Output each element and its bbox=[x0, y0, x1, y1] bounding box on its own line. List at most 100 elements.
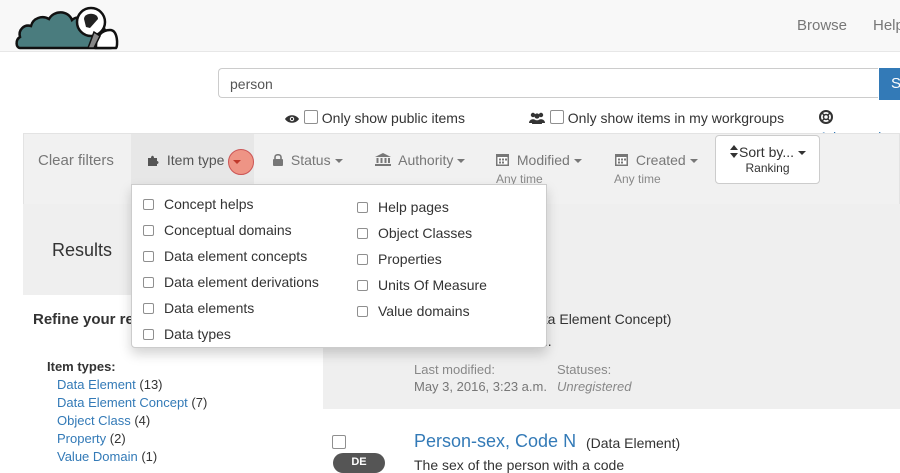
option-checkbox[interactable] bbox=[357, 254, 368, 265]
facet-link[interactable]: Value Domain bbox=[57, 449, 138, 464]
option-label: Object Classes bbox=[378, 225, 473, 241]
statuses-label: Statuses: bbox=[557, 362, 612, 377]
dropdown-option[interactable]: Concept helps bbox=[143, 195, 254, 213]
workgroups-option: Only show items in my workgroups bbox=[529, 109, 784, 127]
item-type-label: Item type bbox=[166, 152, 225, 168]
puzzle-icon bbox=[147, 153, 163, 169]
status-value: Unregistered bbox=[557, 379, 632, 394]
facet-count: (1) bbox=[141, 449, 158, 464]
facet-item: Object Class (4) bbox=[57, 413, 150, 428]
sort-icon bbox=[729, 145, 739, 161]
facet-link[interactable]: Data Element Concept bbox=[57, 395, 188, 410]
dropdown-option[interactable]: Data element concepts bbox=[143, 247, 307, 265]
dropdown-option[interactable]: Units Of Measure bbox=[357, 276, 487, 294]
lock-icon bbox=[273, 153, 287, 169]
option-label: Properties bbox=[378, 251, 442, 267]
status-label: Status bbox=[290, 152, 331, 168]
nav-browse[interactable]: Browse bbox=[797, 17, 847, 34]
caret-down-icon bbox=[233, 160, 241, 164]
created-label: Created bbox=[635, 152, 686, 168]
facet-link[interactable]: Object Class bbox=[57, 413, 131, 428]
facet-count: (7) bbox=[191, 395, 208, 410]
result-title-link[interactable]: Person-sex, Code N bbox=[414, 431, 576, 452]
facet-count: (13) bbox=[139, 377, 163, 392]
facet-link[interactable]: Property bbox=[57, 431, 106, 446]
option-checkbox[interactable] bbox=[143, 225, 154, 236]
facet-count: (4) bbox=[134, 413, 151, 428]
dropdown-option[interactable]: Data types bbox=[143, 325, 231, 343]
public-only-option: Only show public items bbox=[285, 109, 465, 127]
site-logo[interactable] bbox=[14, 2, 120, 51]
authority-filter[interactable]: Authority bbox=[375, 152, 466, 169]
option-label: Concept helps bbox=[164, 196, 254, 212]
calendar-icon bbox=[615, 153, 632, 169]
created-caret-icon bbox=[689, 159, 698, 164]
search-button[interactable]: S bbox=[879, 68, 900, 100]
eye-icon bbox=[285, 110, 300, 128]
item-type-caret-button[interactable] bbox=[228, 149, 254, 175]
option-label: Data element derivations bbox=[164, 274, 319, 290]
option-label: Data types bbox=[164, 326, 231, 342]
result-description: The sex of the person with a code bbox=[414, 457, 625, 473]
authority-label: Authority bbox=[398, 152, 454, 168]
option-label: Help pages bbox=[378, 199, 449, 215]
last-modified-value: May 3, 2016, 3:23 a.m. bbox=[414, 379, 547, 394]
dropdown-option[interactable]: Properties bbox=[357, 250, 442, 268]
item-type-dropdown: Concept helps Conceptual domains Data el… bbox=[131, 184, 547, 348]
lifebuoy-icon bbox=[819, 110, 835, 128]
option-label: Units Of Measure bbox=[378, 277, 487, 293]
created-filter[interactable]: Created bbox=[615, 152, 698, 169]
facet-item: Data Element Concept (7) bbox=[57, 395, 207, 410]
public-only-label: Only show public items bbox=[321, 110, 465, 126]
result-select-checkbox[interactable] bbox=[332, 435, 346, 449]
institution-icon bbox=[375, 153, 395, 169]
facet-link[interactable]: Data Element bbox=[57, 377, 136, 392]
users-icon bbox=[529, 110, 546, 128]
status-caret-icon bbox=[334, 159, 343, 164]
option-checkbox[interactable] bbox=[357, 228, 368, 239]
option-checkbox[interactable] bbox=[357, 280, 368, 291]
facet-item: Value Domain (1) bbox=[57, 449, 157, 464]
sort-subtitle: Ranking bbox=[745, 161, 790, 175]
facet-count: (2) bbox=[109, 431, 126, 446]
item-type-badge: DE bbox=[333, 453, 385, 473]
dropdown-option[interactable]: Value domains bbox=[357, 302, 470, 320]
dropdown-option[interactable]: Help pages bbox=[357, 198, 449, 216]
facet-item: Property (2) bbox=[57, 431, 126, 446]
option-checkbox[interactable] bbox=[357, 202, 368, 213]
option-checkbox[interactable] bbox=[357, 306, 368, 317]
dropdown-option[interactable]: Data elements bbox=[143, 299, 254, 317]
item-types-heading: Item types: bbox=[47, 359, 116, 374]
dropdown-option[interactable]: Conceptual domains bbox=[143, 221, 292, 239]
dropdown-option[interactable]: Data element derivations bbox=[143, 273, 319, 291]
modified-label: Modified bbox=[516, 152, 570, 168]
item-type-filter[interactable]: Item type bbox=[147, 152, 224, 169]
option-checkbox[interactable] bbox=[143, 329, 154, 340]
created-subtitle: Any time bbox=[614, 172, 661, 186]
clear-filters-button[interactable]: Clear filters bbox=[38, 152, 114, 169]
option-checkbox[interactable] bbox=[143, 199, 154, 210]
facet-item: Data Element (13) bbox=[57, 377, 163, 392]
sort-caret-icon bbox=[797, 151, 806, 156]
option-checkbox[interactable] bbox=[143, 303, 154, 314]
search-input[interactable]: person bbox=[218, 68, 878, 98]
nav-help[interactable]: Help bbox=[873, 17, 900, 34]
advanced-link[interactable]: Advanced bbox=[819, 109, 900, 145]
public-only-checkbox[interactable] bbox=[303, 110, 318, 124]
authority-caret-icon bbox=[457, 159, 466, 164]
dropdown-option[interactable]: Object Classes bbox=[357, 224, 472, 242]
results-title: Results bbox=[52, 240, 113, 260]
sort-by-button[interactable]: Sort by... Ranking bbox=[715, 135, 820, 184]
option-label: Data element concepts bbox=[164, 248, 308, 264]
option-checkbox[interactable] bbox=[143, 251, 154, 262]
calendar-icon bbox=[496, 153, 513, 169]
last-modified-label: Last modified: bbox=[414, 362, 495, 377]
modified-filter[interactable]: Modified bbox=[496, 152, 582, 169]
status-filter[interactable]: Status bbox=[273, 152, 343, 169]
navbar bbox=[0, 0, 900, 52]
workgroups-checkbox[interactable] bbox=[549, 110, 564, 124]
option-checkbox[interactable] bbox=[143, 277, 154, 288]
sort-label: Sort by... bbox=[739, 144, 794, 160]
modified-caret-icon bbox=[573, 159, 582, 164]
option-label: Data elements bbox=[164, 300, 255, 316]
